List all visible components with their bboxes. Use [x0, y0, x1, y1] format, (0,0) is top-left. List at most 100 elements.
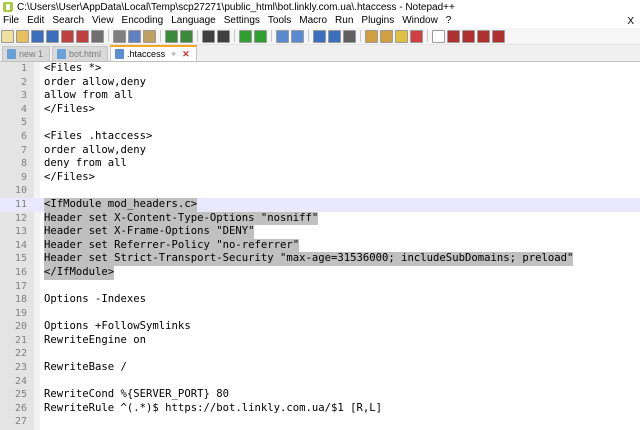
function-list-icon[interactable]: [380, 29, 393, 43]
close-tab-icon[interactable]: ✕: [182, 49, 190, 60]
line-text: RewriteBase /: [44, 361, 127, 374]
code-line[interactable]: 18 Options -Indexes: [0, 293, 640, 307]
line-number: 14: [14, 239, 27, 251]
menu-file[interactable]: File: [0, 14, 23, 28]
code-line[interactable]: 12 Header set X-Content-Type-Options "nos…: [0, 211, 640, 226]
menu-edit[interactable]: Edit: [23, 14, 48, 28]
save-icon[interactable]: [31, 29, 44, 43]
menu-close-button[interactable]: X: [627, 16, 634, 27]
record-macro-icon[interactable]: [432, 29, 445, 43]
code-line[interactable]: 14 Header set Referrer-Policy "no-referre…: [0, 238, 640, 253]
word-wrap-icon[interactable]: [313, 29, 326, 43]
zoom-in-icon[interactable]: [239, 29, 252, 43]
code-line[interactable]: 20 Options +FollowSymlinks: [0, 320, 640, 334]
code-line[interactable]: 24: [0, 375, 640, 389]
line-number: 26: [14, 402, 27, 414]
code-line[interactable]: 16 </IfModule>: [0, 265, 640, 280]
code-line[interactable]: 23 RewriteBase /: [0, 361, 640, 375]
folder-as-workspace-icon[interactable]: [395, 29, 408, 43]
line-number: 19: [14, 307, 27, 319]
close-all-icon[interactable]: [76, 29, 89, 43]
sync-v-icon[interactable]: [276, 29, 289, 43]
tab-bar: new 1 bot.html .htaccess ⌖ ✕: [0, 45, 640, 62]
tab-new-1[interactable]: new 1: [2, 46, 51, 61]
paste-icon[interactable]: [143, 29, 156, 43]
code-line[interactable]: 19: [0, 307, 640, 321]
save-all-icon[interactable]: [46, 29, 59, 43]
menu-help[interactable]: ?: [442, 14, 456, 28]
code-line[interactable]: 25 RewriteCond %{SERVER_PORT} 80: [0, 388, 640, 402]
stop-macro-icon[interactable]: [447, 29, 460, 43]
redo-icon[interactable]: [180, 29, 193, 43]
save-macro-icon[interactable]: [492, 29, 505, 43]
code-line[interactable]: 17: [0, 280, 640, 294]
replace-icon[interactable]: [217, 29, 230, 43]
code-line[interactable]: 2 order allow,deny: [0, 76, 640, 90]
copy-icon[interactable]: [128, 29, 141, 43]
open-file-icon[interactable]: [16, 29, 29, 43]
find-icon[interactable]: [202, 29, 215, 43]
zoom-out-icon[interactable]: [254, 29, 267, 43]
print-icon[interactable]: [91, 29, 104, 43]
new-file-icon[interactable]: [1, 29, 14, 43]
menu-macro[interactable]: Macro: [295, 14, 331, 28]
line-text: Options -Indexes: [44, 293, 147, 306]
code-line[interactable]: 1 <Files *>: [0, 62, 640, 76]
code-line[interactable]: 11 <IfModule mod_headers.c>: [0, 197, 640, 212]
tab-bot-html[interactable]: bot.html: [52, 46, 109, 61]
code-line[interactable]: 13 Header set X-Frame-Options "DENY": [0, 225, 640, 239]
monitoring-icon[interactable]: [410, 29, 423, 43]
pin-icon[interactable]: ⌖: [171, 49, 176, 60]
all-chars-icon[interactable]: [328, 29, 341, 43]
sync-h-icon[interactable]: [291, 29, 304, 43]
code-line[interactable]: 4 </Files>: [0, 103, 640, 117]
code-line[interactable]: 10: [0, 184, 640, 198]
code-line[interactable]: 7 order allow,deny: [0, 144, 640, 158]
menu-plugins[interactable]: Plugins: [357, 14, 398, 28]
line-number: 23: [14, 362, 27, 374]
code-line[interactable]: 26 RewriteRule ^(.*)$ https://bot.linkly.…: [0, 402, 640, 416]
line-number: 25: [14, 389, 27, 401]
line-number: 22: [14, 348, 27, 360]
menu-search[interactable]: Search: [48, 14, 88, 28]
menu-run[interactable]: Run: [331, 14, 357, 28]
menu-window[interactable]: Window: [398, 14, 442, 28]
code-line[interactable]: 6 <Files .htaccess>: [0, 130, 640, 144]
menu-view[interactable]: View: [88, 14, 118, 28]
code-line[interactable]: 9 </Files>: [0, 171, 640, 185]
close-icon[interactable]: [61, 29, 74, 43]
tab-htaccess[interactable]: .htaccess ⌖ ✕: [110, 45, 197, 61]
tab-label: .htaccess: [127, 49, 166, 59]
menu-tools[interactable]: Tools: [264, 14, 295, 28]
line-number: 8: [20, 158, 27, 170]
menu-encoding[interactable]: Encoding: [118, 14, 168, 28]
code-line[interactable]: 27: [0, 415, 640, 429]
editor[interactable]: 1 <Files *> 2 order allow,deny 3 allow from a…: [0, 62, 640, 430]
code-line[interactable]: 21 RewriteEngine on: [0, 334, 640, 348]
code-line[interactable]: 8 deny from all: [0, 157, 640, 171]
play-macro-icon[interactable]: [462, 29, 475, 43]
notepad-plus-plus-icon: [3, 2, 13, 12]
cut-icon[interactable]: [113, 29, 126, 43]
line-text: RewriteCond %{SERVER_PORT} 80: [44, 388, 229, 401]
toolbar: [0, 28, 640, 45]
menu-language[interactable]: Language: [167, 14, 220, 28]
line-text: Header set X-Content-Type-Options "nosni…: [44, 211, 319, 226]
indent-guide-icon[interactable]: [343, 29, 356, 43]
menu-settings[interactable]: Settings: [220, 14, 264, 28]
code-line[interactable]: 5: [0, 116, 640, 130]
code-line[interactable]: 15 Header set Strict-Transport-Security "…: [0, 252, 640, 266]
undo-icon[interactable]: [165, 29, 178, 43]
menu-bar: File Edit Search View Encoding Language …: [0, 14, 640, 28]
line-number: 18: [14, 294, 27, 306]
doc-map-icon[interactable]: [365, 29, 378, 43]
title-bar: C:\Users\User\AppData\Local\Temp\scp2727…: [0, 0, 640, 14]
code-line[interactable]: 3 allow from all: [0, 89, 640, 103]
line-number: 20: [14, 321, 27, 333]
line-text: Options +FollowSymlinks: [44, 320, 191, 333]
code-line[interactable]: 22: [0, 347, 640, 361]
toolbar-separator: [108, 30, 109, 42]
run-macro-multiple-icon[interactable]: [477, 29, 490, 43]
line-number: 12: [14, 212, 27, 224]
line-text: <IfModule mod_headers.c>: [44, 197, 198, 212]
